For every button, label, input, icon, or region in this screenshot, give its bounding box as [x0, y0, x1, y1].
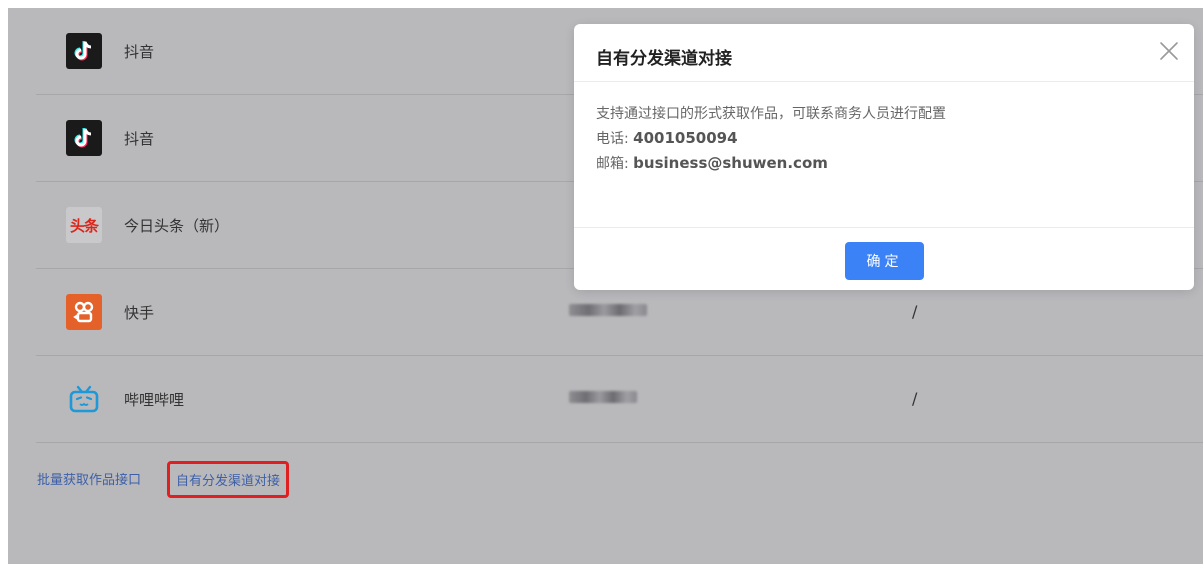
kuaishou-logo-icon: [66, 294, 102, 330]
row-platform-name: 快手: [124, 304, 155, 322]
dialog-email-line: 邮箱: business@shuwen.com: [596, 151, 946, 176]
phone-number: 4001050094: [633, 129, 738, 147]
row-platform-name: 抖音: [124, 43, 155, 61]
table-row: 哔哩哔哩 /: [36, 356, 1203, 443]
dialog-body: 支持通过接口的形式获取作品，可联系商务人员进行配置 电话: 4001050094…: [596, 102, 946, 176]
phone-label: 电话:: [596, 131, 634, 147]
dialog-title: 自有分发渠道对接: [596, 49, 732, 69]
row-platform-name: 抖音: [124, 130, 155, 148]
row-platform-name: 今日头条（新）: [124, 217, 230, 235]
bilibili-logo-icon: [66, 381, 102, 417]
own-channel-dialog: 自有分发渠道对接 支持通过接口的形式获取作品，可联系商务人员进行配置 电话: 4…: [574, 24, 1194, 290]
dialog-header: 自有分发渠道对接: [574, 24, 1194, 82]
batch-api-link[interactable]: 批量获取作品接口: [37, 469, 141, 488]
dialog-description: 支持通过接口的形式获取作品，可联系商务人员进行配置: [596, 106, 946, 122]
close-icon[interactable]: [1156, 38, 1182, 64]
row-value: /: [912, 302, 918, 321]
toutiao-logo-icon: 头条: [66, 207, 102, 243]
row-platform-name: 哔哩哔哩: [124, 391, 185, 409]
email-address: business@shuwen.com: [633, 154, 828, 172]
dialog-phone-line: 电话: 4001050094: [596, 126, 946, 151]
dialog-footer: 确定: [574, 227, 1194, 290]
own-channel-link[interactable]: 自有分发渠道对接: [167, 461, 290, 498]
confirm-button[interactable]: 确定: [845, 242, 924, 280]
douyin-logo-icon: [66, 33, 102, 69]
blurred-account-value: [569, 304, 647, 316]
douyin-logo-icon: [66, 120, 102, 156]
blurred-account-value: [569, 391, 637, 403]
email-label: 邮箱:: [596, 156, 634, 172]
row-value: /: [912, 389, 918, 408]
